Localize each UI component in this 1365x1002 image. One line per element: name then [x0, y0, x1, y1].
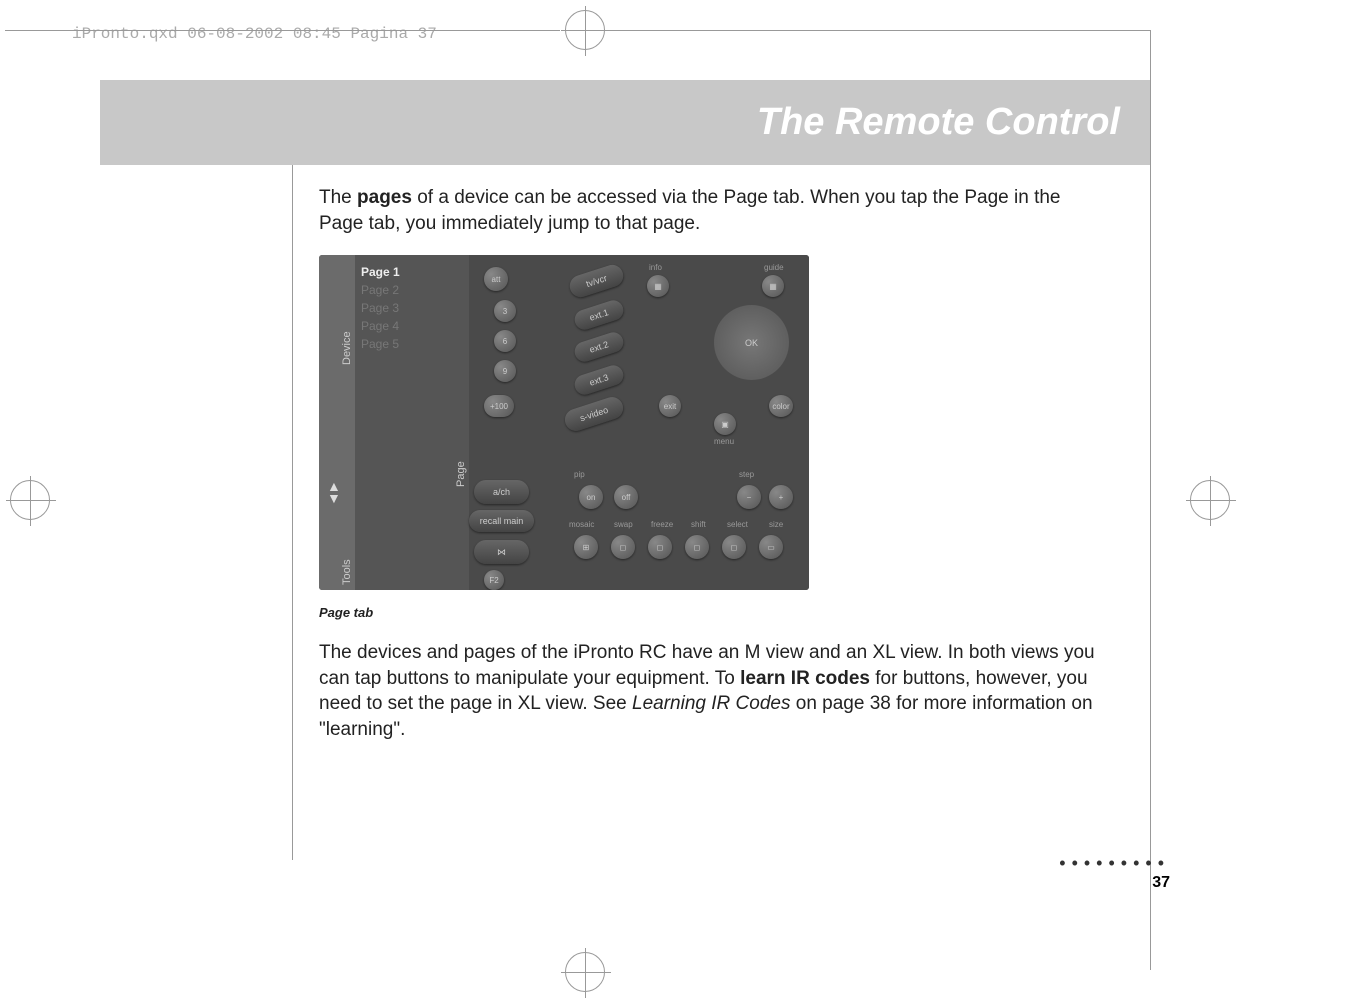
select-button: ◻	[722, 535, 746, 559]
page-item: Page 3	[361, 299, 400, 317]
bowtie-button: ⋈	[474, 540, 529, 564]
crop-line-right	[1150, 30, 1151, 970]
page-item: Page 4	[361, 317, 400, 335]
crop-mark-right	[1185, 475, 1235, 525]
footer-dots: •••••••••	[1059, 853, 1170, 874]
pip-on-button: on	[579, 485, 603, 509]
page-item: Page 2	[361, 281, 400, 299]
paragraph-2: The devices and pages of the iPronto RC …	[319, 640, 1109, 743]
freeze-label: freeze	[651, 520, 673, 529]
att-button: att	[484, 267, 508, 291]
crop-mark-bottom	[560, 947, 610, 997]
page-list: Page 1 Page 2 Page 3 Page 4 Page 5	[361, 263, 400, 353]
num-3-button: 3	[494, 300, 516, 322]
page-tab-label: Page	[455, 461, 467, 487]
select-label: select	[727, 520, 748, 529]
ach-button: a/ch	[474, 480, 529, 504]
exit-button: exit	[659, 395, 681, 417]
page-number: 37	[1059, 874, 1170, 892]
crop-line	[610, 30, 1150, 31]
freeze-button: ◻	[648, 535, 672, 559]
shift-label: shift	[691, 520, 706, 529]
text: of a device can be accessed via the Page…	[319, 187, 1061, 234]
device-tab-label: Device	[341, 331, 353, 365]
bold-pages: pages	[357, 187, 412, 208]
gray-bar-accent	[100, 80, 112, 165]
crop-mark-left	[5, 475, 55, 525]
figure-caption: Page tab	[319, 605, 373, 620]
shift-button: ◻	[685, 535, 709, 559]
remote-panel: att 3 6 9 +100 a/ch recall main ⋈ F2 tv/…	[469, 255, 809, 590]
guide-button: ▦	[762, 275, 784, 297]
divider-line	[292, 80, 293, 860]
dpad: OK	[714, 305, 789, 380]
crop-mark-top	[560, 5, 610, 55]
size-label: size	[769, 520, 783, 529]
info-button: ▦	[647, 275, 669, 297]
page-footer: ••••••••• 37	[1059, 853, 1170, 892]
page-item: Page 5	[361, 335, 400, 353]
ext1-button: ext.1	[572, 298, 626, 332]
title-banner: The Remote Control	[112, 80, 1150, 165]
menu-button: ▣	[714, 413, 736, 435]
mosaic-label: mosaic	[569, 520, 594, 529]
num-6-button: 6	[494, 330, 516, 352]
svideo-button: s-video	[562, 394, 626, 433]
arrow-icons: ▲▼	[327, 480, 341, 504]
bold-learn: learn IR codes	[740, 668, 870, 689]
num-9-button: 9	[494, 360, 516, 382]
chapter-title: The Remote Control	[757, 101, 1120, 144]
color-button: color	[769, 395, 793, 417]
recall-button: recall main	[469, 510, 534, 532]
step-label: step	[739, 470, 754, 479]
pip-off-button: off	[614, 485, 638, 509]
intro-paragraph: The pages of a device can be accessed vi…	[319, 185, 1109, 242]
tvvcr-button: tv/vcr	[567, 262, 626, 300]
guide-label: guide	[764, 263, 784, 272]
ext2-button: ext.2	[572, 330, 626, 364]
page-item-active: Page 1	[361, 263, 400, 281]
fig-sidebar	[319, 255, 355, 590]
plus100-button: +100	[484, 395, 514, 417]
step-plus-button: +	[769, 485, 793, 509]
menu-label: menu	[714, 437, 734, 446]
ext3-button: ext.3	[572, 363, 626, 397]
italic-learning: Learning IR Codes	[632, 693, 790, 714]
info-label: info	[649, 263, 662, 272]
mosaic-button: ⊞	[574, 535, 598, 559]
size-button: ▭	[759, 535, 783, 559]
f2-button: F2	[484, 570, 504, 590]
swap-button: ◻	[611, 535, 635, 559]
text: The	[319, 187, 357, 208]
step-minus-button: −	[737, 485, 761, 509]
pip-label: pip	[574, 470, 585, 479]
tools-tab-label: Tools	[341, 559, 353, 585]
file-metadata: iPronto.qxd 06-08-2002 08:45 Pagina 37	[72, 25, 437, 43]
swap-label: swap	[614, 520, 633, 529]
remote-screenshot: Device Tools ▲▼ Page 1 Page 2 Page 3 Pag…	[319, 255, 809, 590]
